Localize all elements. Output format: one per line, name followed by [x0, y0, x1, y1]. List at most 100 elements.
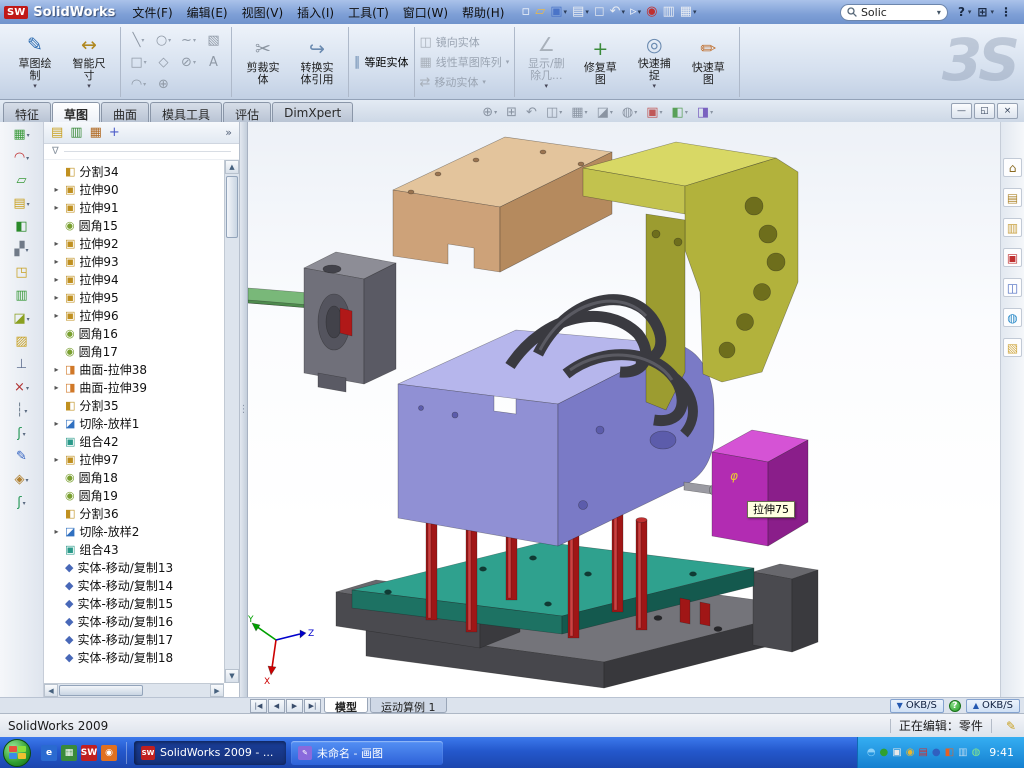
tree-item[interactable]: ◉圆角17 — [52, 342, 223, 360]
expand-icon[interactable]: ▸ — [52, 527, 61, 536]
print-button[interactable]: ▤▾ — [570, 4, 591, 20]
dropdown-icon[interactable]: ▾ — [559, 109, 562, 116]
rapid-sketch-button[interactable]: ✏快速草图 — [682, 37, 734, 87]
media-player-icon[interactable]: ◉ — [101, 745, 117, 761]
clamp-plate-part[interactable] — [393, 137, 612, 272]
scroll-down-button[interactable]: ▼ — [225, 669, 239, 683]
dropdown-icon[interactable]: ▾ — [685, 109, 688, 116]
tree-item[interactable]: ◆实体-移动/复制18 — [52, 648, 223, 666]
tree-item[interactable]: ◆实体-移动/复制13 — [52, 558, 223, 576]
dropdown-icon[interactable]: ▾ — [87, 82, 91, 90]
tree-item[interactable]: ◆实体-移动/复制15 — [52, 594, 223, 612]
menu-item-3[interactable]: 插入(I) — [290, 1, 341, 24]
dropdown-icon[interactable]: ▾ — [23, 431, 26, 438]
solidworks-launcher-icon[interactable]: SW — [81, 745, 97, 761]
tray-update-icon[interactable]: ◉ — [906, 748, 915, 758]
file-properties-button[interactable]: ▥ — [660, 4, 676, 20]
tab-2[interactable]: 曲面 — [101, 102, 149, 122]
sweep-tool-button[interactable]: ʃ▾ — [17, 495, 25, 511]
dropdown-icon[interactable]: ▾ — [638, 8, 642, 16]
plane-tool-button[interactable]: ▱ — [17, 173, 27, 189]
tree-item[interactable]: ◆实体-移动/复制17 — [52, 630, 223, 648]
tray-security-icon[interactable]: ▤ — [918, 748, 927, 758]
dropdown-icon[interactable]: ▾ — [24, 408, 27, 415]
convert-entities-button[interactable]: ↪转换实体引用 — [291, 37, 343, 87]
file-explorer-button[interactable]: ▥ — [1003, 218, 1022, 237]
vertical-scroll-thumb[interactable] — [226, 176, 238, 238]
display-delete-relations-button[interactable]: ∠显示/删除几...▾ — [520, 33, 572, 91]
view-settings-button[interactable]: ◨▾ — [697, 105, 713, 120]
sketch-button[interactable]: ✎草图绘制▾ — [9, 33, 61, 91]
view-orientation-button[interactable]: ▦▾ — [571, 105, 587, 120]
draft-tool-button[interactable]: ◪▾ — [13, 311, 29, 327]
tree-item[interactable]: ◧分割34 — [52, 162, 223, 180]
offset-entities-button[interactable]: ∥等距实体 — [354, 54, 409, 70]
centerline-tool-button[interactable]: ┆▾ — [16, 403, 28, 419]
dropdown-icon[interactable]: ▾ — [27, 316, 30, 323]
revolve-tool-button[interactable]: ◧ — [15, 219, 27, 235]
featuremanager-tab-icon[interactable]: ▤ — [51, 125, 63, 140]
loft-tool-button[interactable]: ʃ▾ — [17, 426, 25, 442]
web-portal-button[interactable]: ◍ — [1003, 308, 1022, 327]
apply-scene-button[interactable]: ◧▾ — [672, 105, 688, 120]
new-document-button[interactable]: ▫ — [519, 4, 532, 20]
minimize-button[interactable]: — — [951, 103, 972, 119]
extrude-tool-button[interactable]: ▤▾ — [13, 196, 29, 212]
show-desktop-icon[interactable]: ▦ — [61, 745, 77, 761]
tree-item[interactable]: ▸◪切除-放样1 — [52, 414, 223, 432]
toolbox-button[interactable]: ▣ — [1003, 248, 1022, 267]
rectangle-tool[interactable]: □▾ — [126, 51, 151, 73]
tree-item[interactable]: ◧分割35 — [52, 396, 223, 414]
print-preview-button[interactable]: ◻ — [592, 4, 607, 20]
tree-item[interactable]: ▸▣拉伸90 — [52, 180, 223, 198]
dropdown-icon[interactable]: ▾ — [27, 132, 30, 139]
scroll-left-button[interactable]: ◀ — [44, 684, 58, 697]
tree-item[interactable]: ▸◪切除-放样2 — [52, 522, 223, 540]
dropdown-icon[interactable]: ▾ — [585, 8, 589, 16]
tree-item[interactable]: ▸◨曲面-拉伸38 — [52, 360, 223, 378]
spline-tool[interactable]: ~▾ — [176, 29, 201, 51]
tray-sync-icon[interactable]: ● — [932, 748, 941, 758]
shell-tool-button[interactable]: ▥ — [15, 288, 27, 304]
menu-item-2[interactable]: 视图(V) — [235, 1, 291, 24]
filter-input[interactable] — [64, 151, 231, 152]
tree-item[interactable]: ▸▣拉伸93 — [52, 252, 223, 270]
toolbar-grip-button[interactable]: ⋮ — [1000, 5, 1012, 19]
configurationmanager-tab-icon[interactable]: ▦ — [90, 125, 102, 140]
tree-item[interactable]: ▣组合42 — [52, 432, 223, 450]
point-tool[interactable]: ⊕ — [151, 73, 176, 95]
dropdown-icon[interactable]: ▾ — [545, 82, 549, 90]
hide-show-items-button[interactable]: ◍▾ — [622, 105, 637, 120]
tree-item[interactable]: ◉圆角15 — [52, 216, 223, 234]
cavity-insert-part[interactable] — [304, 252, 396, 392]
dropdown-icon[interactable]: ▾ — [585, 109, 588, 116]
study-tab-0[interactable]: 模型 — [324, 698, 368, 713]
dropdown-icon[interactable]: ▾ — [693, 8, 697, 16]
tree-item[interactable]: ▸▣拉伸97 — [52, 450, 223, 468]
expand-icon[interactable]: ▸ — [52, 383, 61, 392]
restore-button[interactable]: ◱ — [974, 103, 995, 119]
options-button[interactable]: ▦▾ — [678, 4, 699, 20]
mirror-entities-button[interactable]: ◫镜向实体 — [420, 34, 510, 50]
propertymanager-tab-icon[interactable]: ▥ — [70, 125, 82, 140]
dropdown-icon[interactable]: ▾ — [710, 109, 713, 116]
help-badge[interactable]: ? — [949, 700, 961, 712]
study-nav-0[interactable]: |◀ — [250, 699, 267, 713]
dropdown-icon[interactable]: ▾ — [25, 247, 28, 254]
expand-icon[interactable]: ▸ — [52, 419, 61, 428]
dropdown-icon[interactable]: ▾ — [653, 82, 657, 90]
tree-item[interactable]: ▸▣拉伸94 — [52, 270, 223, 288]
search-input[interactable]: Solic — [861, 6, 933, 19]
panel-splitter[interactable]: ⋮ — [240, 122, 248, 697]
horizontal-scroll-thumb[interactable] — [59, 685, 143, 696]
menu-item-6[interactable]: 帮助(H) — [455, 1, 511, 24]
expand-icon[interactable]: ▸ — [52, 293, 61, 302]
tree-item[interactable]: ▣组合43 — [52, 540, 223, 558]
support-block-part[interactable] — [753, 564, 818, 652]
internet-explorer-icon[interactable]: e — [41, 745, 57, 761]
tree-item[interactable]: ◉圆角19 — [52, 486, 223, 504]
study-nav-3[interactable]: ▶| — [304, 699, 321, 713]
move-entities-button[interactable]: ⇄移动实体▾ — [420, 74, 510, 90]
tree-item[interactable]: ◆实体-移动/复制16 — [52, 612, 223, 630]
study-tab-1[interactable]: 运动算例 1 — [370, 698, 447, 713]
